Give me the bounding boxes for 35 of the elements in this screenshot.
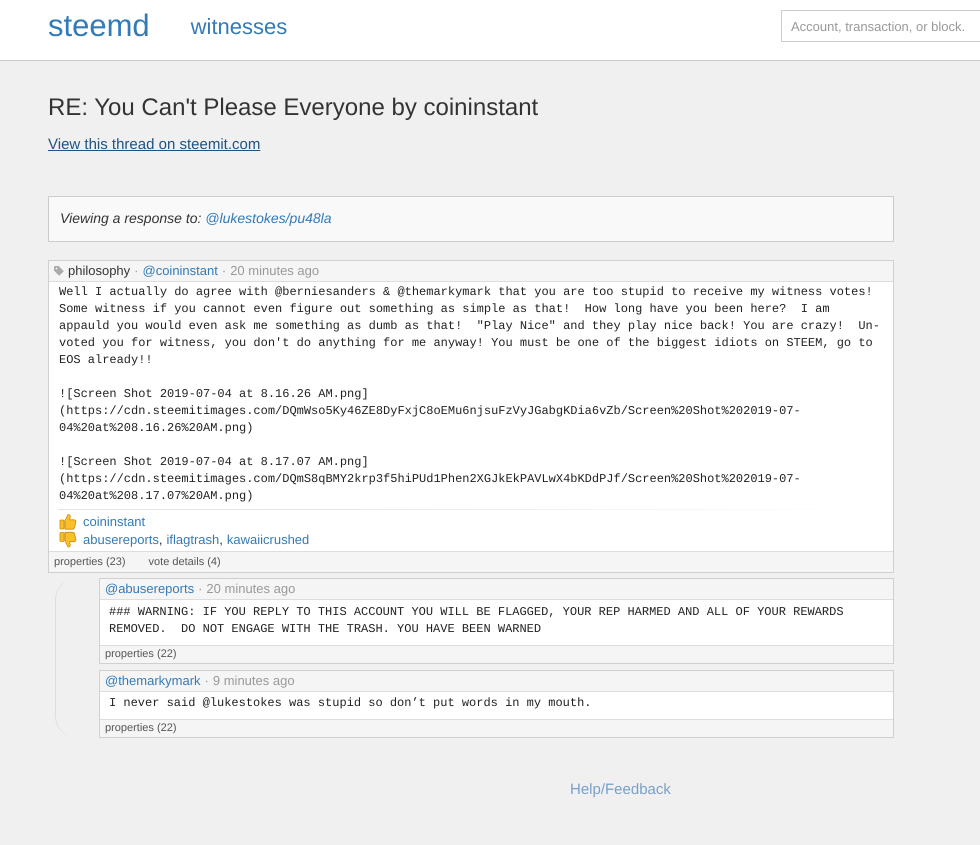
search-field[interactable]: Account, transaction, or block. [781, 10, 980, 42]
help-link[interactable]: Help/Feedback [570, 781, 671, 798]
post-time: 20 minutes ago [230, 262, 320, 280]
parent-post-link[interactable]: @lukestokes/pu48la [205, 210, 332, 226]
list-comma: , [219, 532, 223, 546]
reply-body: I never said @lukestokes was stupid so don’t put words in my mouth. [108, 695, 592, 712]
author-link[interactable]: @themarkymark [105, 670, 201, 690]
thread-link[interactable]: View this thread on steemit.com [48, 136, 260, 153]
tag-icon [54, 266, 64, 276]
meta-separator: · [198, 580, 202, 598]
page-title: RE: You Can't Please Everyone by coininstant [48, 95, 540, 121]
voter-link[interactable]: kawaiicrushed [226, 532, 310, 546]
voter-link[interactable]: iflagtrash [166, 532, 220, 546]
thumbs-up-icon [59, 512, 77, 530]
post-time: 20 minutes ago [206, 580, 296, 598]
category-label: philosophy [68, 262, 130, 280]
meta-separator: · [222, 262, 226, 280]
footer-tab[interactable]: vote details (4) [148, 552, 221, 572]
footer-tab[interactable]: properties (22) [105, 720, 177, 737]
post-time: 9 minutes ago [212, 672, 295, 690]
footer-tab[interactable]: properties (22) [105, 646, 177, 662]
site-logo[interactable]: steemd [48, 8, 150, 44]
nav-link[interactable]: witnesses [190, 14, 288, 40]
author-link[interactable]: @coininstant [142, 261, 218, 281]
voter-link[interactable]: coininstant [83, 514, 146, 528]
voter-link[interactable]: abusereports [83, 532, 159, 546]
meta-separator: · [204, 672, 209, 690]
reply-body: ### WARNING: IF YOU REPLY TO THIS ACCOUNT YOU WILL BE FLAGGED, YOUR REP HARMED AND ALL OF YOUR REWARDS REMOVED. DO NOT ENGAGE WITH THE TRASH. YOU HAVE BEEN WARNED [108, 604, 845, 638]
post-body: Well I actually do agree with @berniesanders & @themarkymark that you are too stupid to receive my witness votes! Some witness if you cannot even figure out something as simple as that! How long have you been here? I am appauld you would even ask me something as dumb as that! "Play Nice" and they play nice back! You are crazy! Un- voted you for witness, you don't do anything for me anyway! You must be one of the biggest idiots on STEEM, go to EOS already!! ![Screen Shot 2019-07-04 at 8.16.26 AM.png] (https://cdn.steemitimages.com/DQmWso5Ky46ZE8DyFxjC8oEMu6njsuFzVyJGabgKDia6vZb/Screen%20Shot%202019-07- 04%20at%208.16.26%20AM.png) ![Screen Shot 2019-07-04 at 8.17.07 AM.png] (https://cdn.steemitimages.com/DQmS8qBMY2krp3f5hiPUd1Phen2XGJkEkPAVLwX4bKDdPJf/Screen%20Shot%202019-07- 04%20at%208.17.07%20AM.png) [58, 284, 881, 505]
context-note: Viewing a response to: @lukestokes/pu48la [60, 210, 332, 226]
footer-tab[interactable]: properties (23) [54, 552, 126, 572]
thumbs-down-icon [59, 530, 77, 548]
list-comma: , [158, 532, 163, 546]
meta-separator: · [134, 262, 138, 280]
author-link[interactable]: @abusereports [105, 579, 194, 599]
